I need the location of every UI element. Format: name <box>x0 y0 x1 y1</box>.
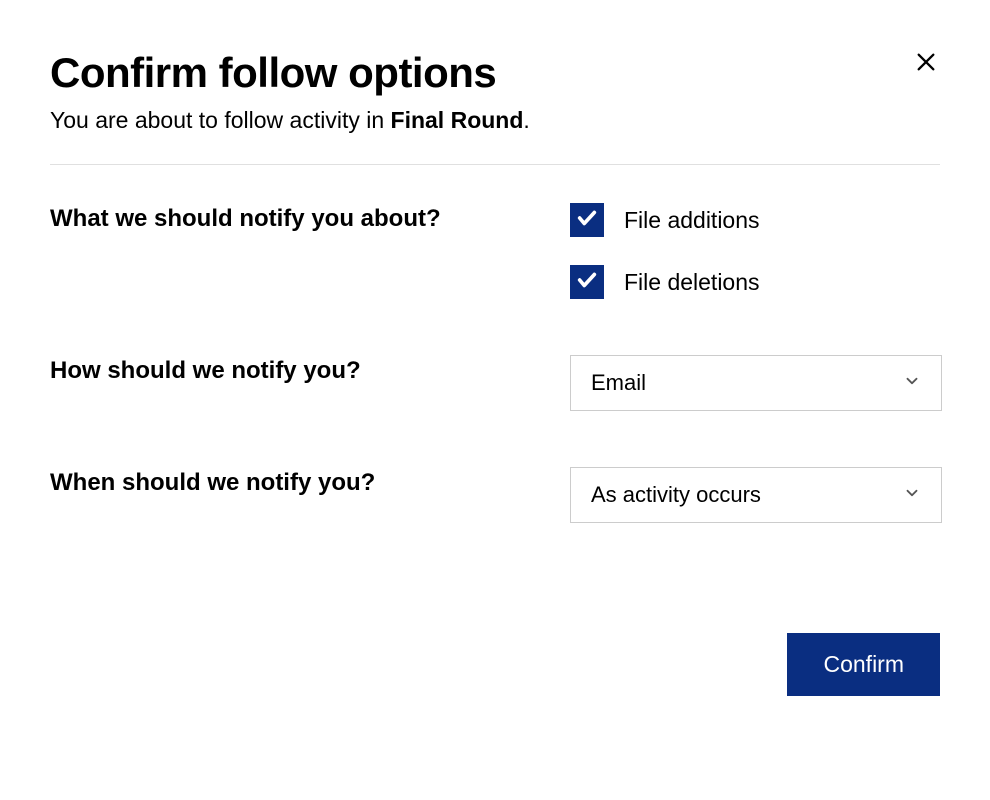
notify-about-label: What we should notify you about? <box>50 203 550 235</box>
dialog-subtitle: You are about to follow activity in Fina… <box>50 106 940 136</box>
notify-how-label: How should we notify you? <box>50 355 550 387</box>
notify-when-select[interactable]: As activity occurs <box>570 467 942 523</box>
confirm-button[interactable]: Confirm <box>787 633 940 696</box>
checkbox-file-deletions[interactable]: File deletions <box>570 265 940 299</box>
notify-when-row: When should we notify you? As activity o… <box>50 467 940 523</box>
close-icon <box>915 51 937 78</box>
checkbox-label: File additions <box>624 207 760 234</box>
select-value: As activity occurs <box>591 482 761 508</box>
notify-how-row: How should we notify you? Email <box>50 355 940 411</box>
checkbox-file-additions[interactable]: File additions <box>570 203 940 237</box>
notify-when-label: When should we notify you? <box>50 467 550 499</box>
checkbox-box <box>570 203 604 237</box>
close-button[interactable] <box>912 50 940 78</box>
subtitle-prefix: You are about to follow activity in <box>50 107 391 133</box>
chevron-down-icon <box>903 484 921 507</box>
checkbox-box <box>570 265 604 299</box>
check-icon <box>576 207 598 234</box>
notify-how-select[interactable]: Email <box>570 355 942 411</box>
subtitle-suffix: . <box>523 107 529 133</box>
dialog-footer: Confirm <box>50 633 940 696</box>
select-value: Email <box>591 370 646 396</box>
chevron-down-icon <box>903 372 921 395</box>
check-icon <box>576 269 598 296</box>
checkbox-label: File deletions <box>624 269 760 296</box>
subtitle-target: Final Round <box>391 107 524 133</box>
divider <box>50 164 940 165</box>
notify-about-row: What we should notify you about? File ad… <box>50 203 940 299</box>
dialog-title: Confirm follow options <box>50 50 940 96</box>
